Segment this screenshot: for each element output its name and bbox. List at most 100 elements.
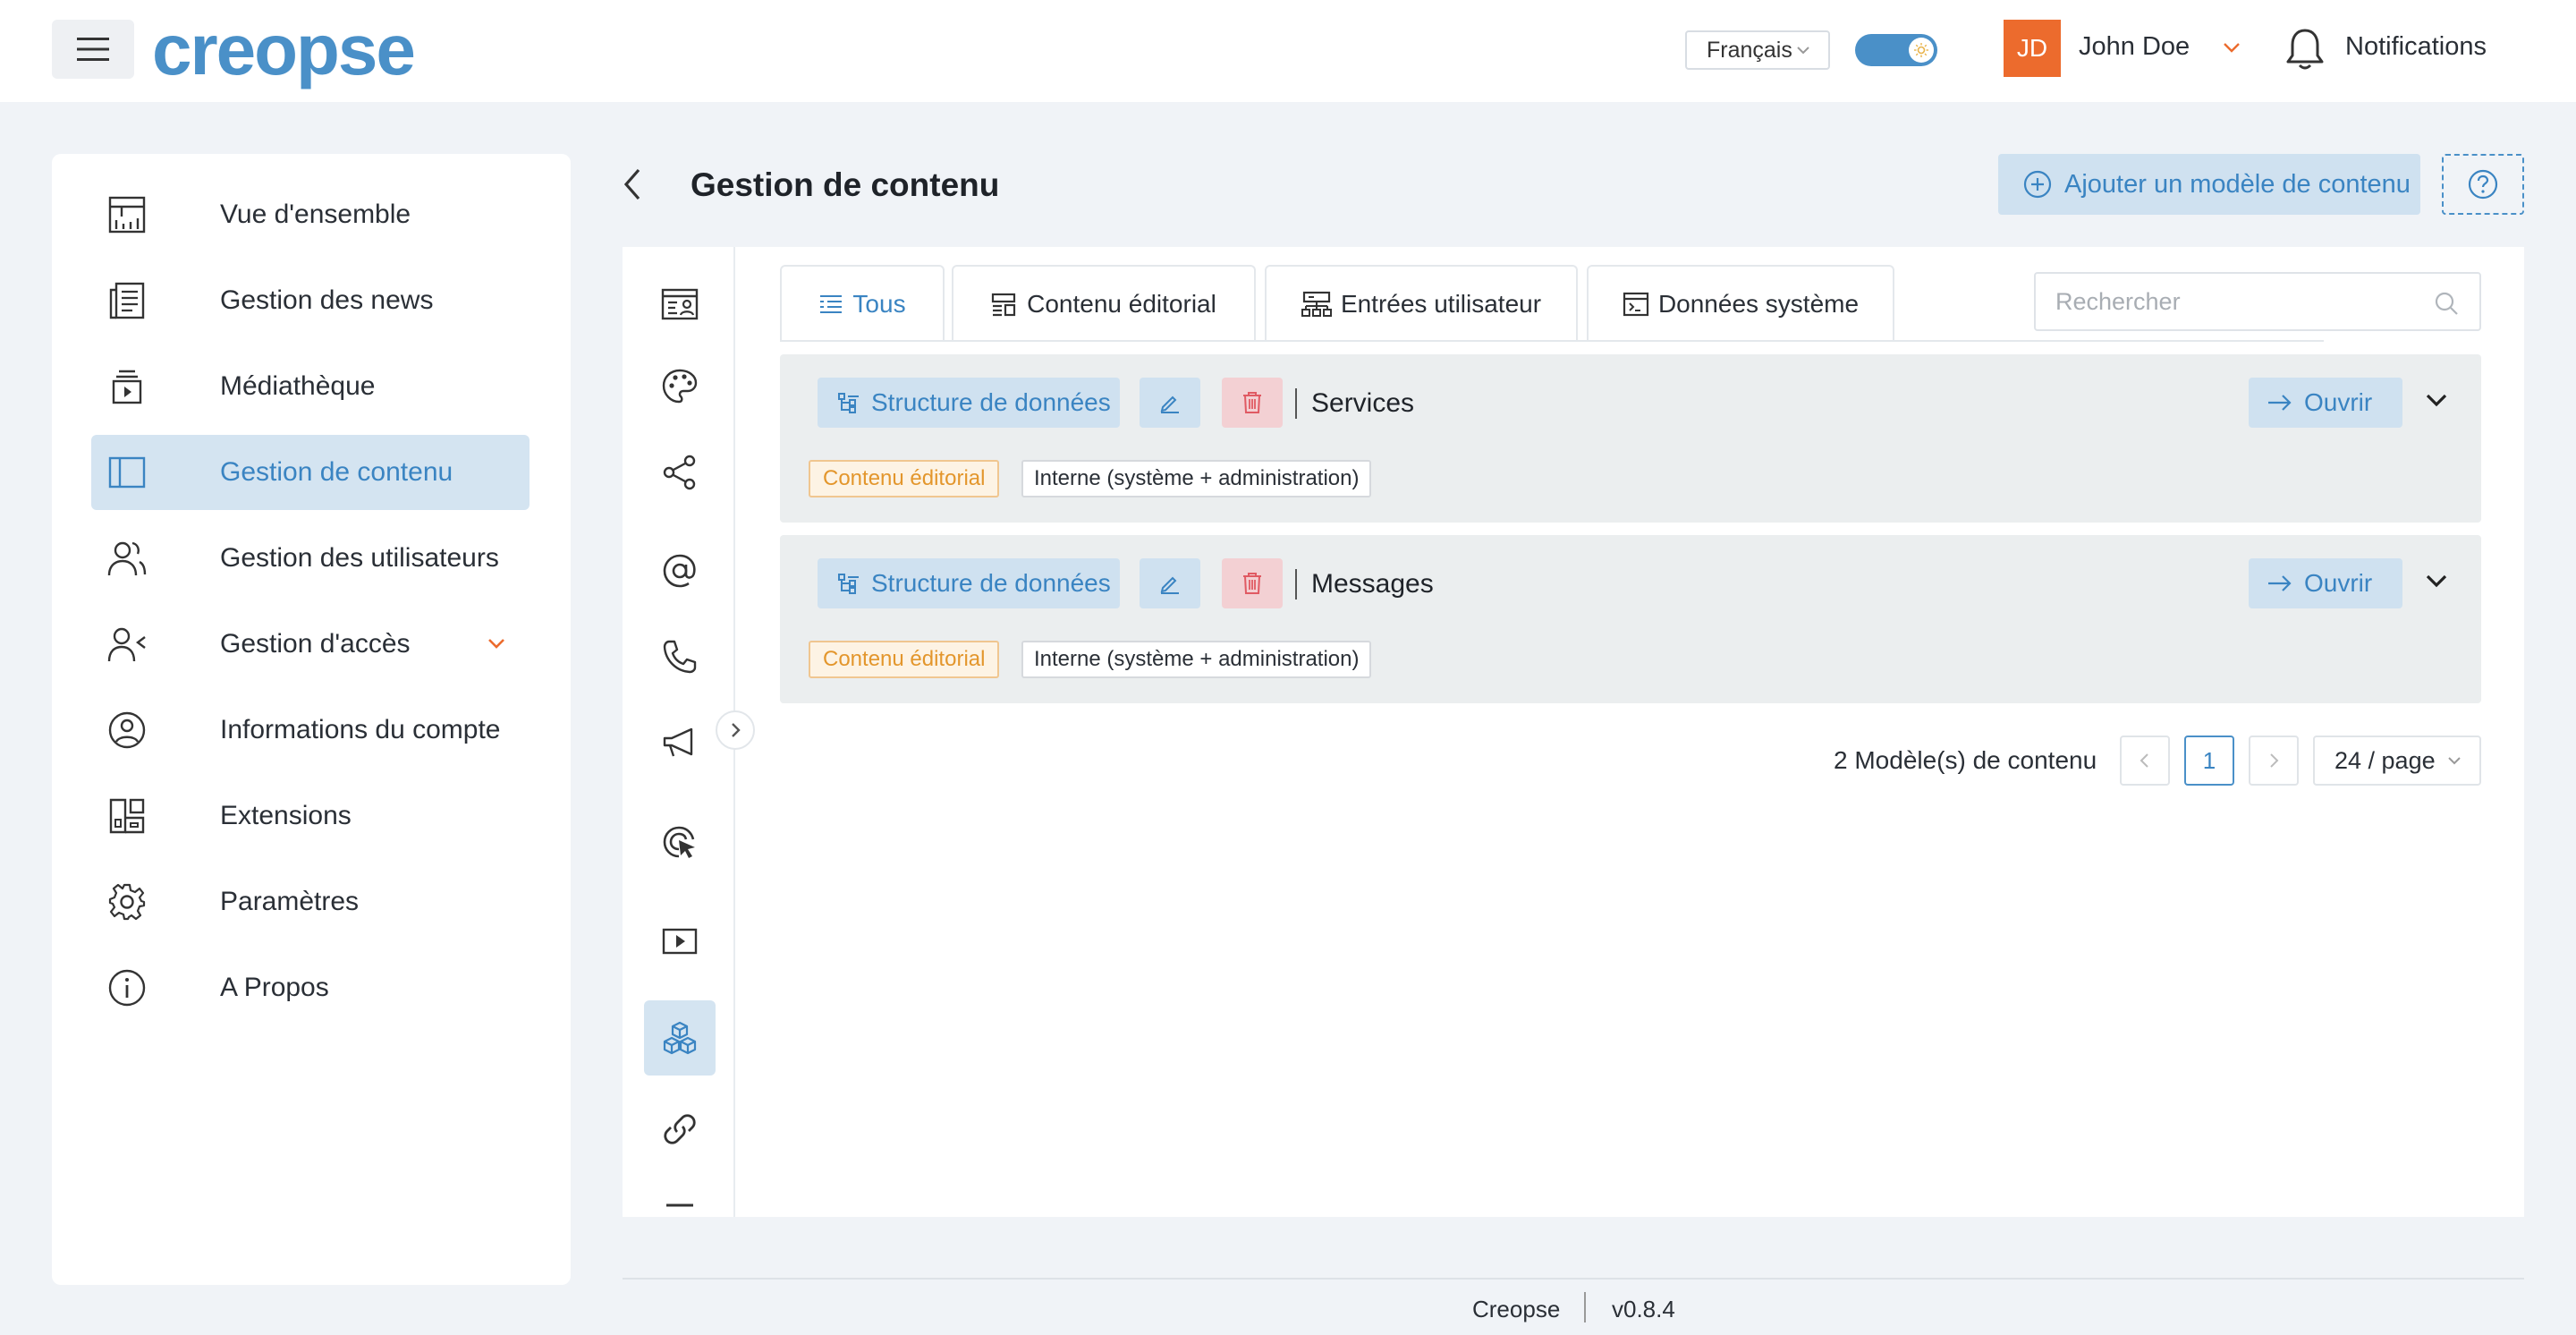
chevron-down-icon[interactable] — [2424, 573, 2449, 591]
total-count-label: 2 Modèle(s) de contenu — [1834, 746, 2097, 774]
sidebar-item-account[interactable]: Informations du compte — [91, 693, 530, 768]
page-title: Gestion de contenu — [691, 166, 1000, 203]
rail-item-share[interactable] — [644, 435, 716, 510]
category-tag: Contenu éditorial — [809, 460, 1000, 497]
data-structure-button[interactable]: Structure de données — [818, 558, 1120, 608]
target-cursor-icon — [663, 826, 695, 858]
search-box[interactable] — [2034, 272, 2481, 331]
rail-item-email[interactable] — [644, 533, 716, 608]
rail-item-links[interactable] — [644, 1092, 716, 1167]
page-size-value: 24 / page — [2334, 746, 2436, 774]
chevron-down-icon[interactable] — [2424, 392, 2449, 410]
edit-button[interactable] — [1140, 558, 1200, 608]
plus-circle-icon — [2023, 170, 2052, 199]
sidebar-item-label: Paramètres — [220, 887, 360, 916]
sidebar-item-label: Informations du compte — [220, 715, 501, 744]
theme-toggle[interactable] — [1855, 34, 1937, 66]
arrow-right-icon — [2268, 575, 2292, 591]
rail-item-announcement[interactable] — [644, 705, 716, 780]
content-model-card: Structure de données Messages Ouvrir Con… — [780, 535, 2481, 703]
rail-item-theme[interactable] — [644, 349, 716, 424]
chevron-down-icon — [488, 639, 504, 649]
rail-item-content-models[interactable] — [644, 1000, 716, 1076]
sidebar-item-users[interactable]: Gestion des utilisateurs — [91, 521, 530, 596]
rail-partial-icon — [666, 1203, 693, 1207]
tab-user-entries[interactable]: Entrées utilisateur — [1265, 265, 1578, 342]
rail-item-target[interactable] — [644, 805, 716, 880]
gear-icon — [108, 883, 146, 921]
sidebar-item-overview[interactable]: Vue d'ensemble — [91, 177, 530, 252]
language-select[interactable]: Français — [1685, 30, 1830, 70]
data-structure-button[interactable]: Structure de données — [818, 378, 1120, 428]
sidebar-item-extensions[interactable]: Extensions — [91, 778, 530, 854]
arrow-right-icon — [2268, 395, 2292, 411]
separator — [1295, 569, 1297, 599]
bell-icon[interactable] — [2283, 25, 2327, 73]
next-page-button[interactable] — [2249, 736, 2299, 786]
content-panel: Tous Contenu éditorial Entrées utilisate… — [623, 247, 2524, 1217]
add-content-model-label: Ajouter un modèle de contenu — [2064, 169, 2411, 199]
separator — [1295, 388, 1297, 419]
rail-item-phone[interactable] — [644, 619, 716, 694]
delete-button[interactable] — [1222, 558, 1283, 608]
link-icon — [664, 1114, 696, 1144]
open-button[interactable]: Ouvrir — [2249, 558, 2402, 608]
sidebar-item-content[interactable]: Gestion de contenu — [91, 435, 530, 510]
chevron-down-icon — [1797, 47, 1809, 55]
tab-all[interactable]: Tous — [780, 265, 945, 342]
page-size-select[interactable]: 24 / page — [2313, 736, 2481, 786]
model-name: Services — [1311, 388, 1415, 418]
sidebar-item-media[interactable]: Médiathèque — [91, 349, 530, 424]
sidebar-item-label: Gestion des news — [220, 285, 434, 315]
info-icon — [108, 969, 146, 1007]
search-input[interactable] — [2036, 274, 2479, 329]
users-icon — [107, 541, 147, 576]
rail-item-video[interactable] — [644, 904, 716, 979]
sidebar-item-access[interactable]: Gestion d'accès — [91, 607, 530, 682]
edit-button[interactable] — [1140, 378, 1200, 428]
phone-icon — [663, 640, 697, 674]
rail-item-more[interactable] — [644, 1183, 716, 1217]
account-circle-icon — [108, 711, 146, 749]
open-button[interactable]: Ouvrir — [2249, 378, 2402, 428]
page-number-button[interactable]: 1 — [2184, 736, 2234, 786]
app-logo[interactable]: creopse — [152, 14, 416, 86]
tab-label: Données système — [1657, 290, 1860, 318]
open-label: Ouvrir — [2304, 569, 2373, 597]
rail-expand-button[interactable] — [716, 710, 755, 750]
avatar[interactable]: JD — [2004, 20, 2061, 77]
help-button[interactable] — [2442, 154, 2524, 215]
sidebar-item-news[interactable]: Gestion des news — [91, 263, 530, 338]
tabs-divider — [780, 340, 2324, 342]
add-content-model-button[interactable]: Ajouter un modèle de contenu — [1998, 154, 2420, 215]
user-name[interactable]: John Doe — [2079, 32, 2190, 62]
sidebar-item-label: Gestion des utilisateurs — [220, 543, 499, 573]
tab-system-data[interactable]: Données système — [1587, 265, 1894, 342]
menu-toggle-button[interactable] — [52, 20, 134, 79]
editorial-icon — [992, 293, 1016, 317]
sidebar-item-settings[interactable]: Paramètres — [91, 864, 530, 940]
palette-icon — [662, 369, 698, 404]
content-model-card: Structure de données Services Ouvrir Con… — [780, 354, 2481, 523]
trash-icon — [1243, 392, 1261, 413]
prev-page-button[interactable] — [2120, 736, 2170, 786]
content-layout-icon — [108, 456, 146, 489]
question-circle-icon — [2468, 169, 2498, 200]
rail-item-contact-card[interactable] — [644, 267, 716, 342]
language-value: Français — [1707, 37, 1792, 63]
data-structure-icon — [838, 393, 859, 413]
sidebar-item-about[interactable]: A Propos — [91, 950, 530, 1025]
chevron-right-icon — [2270, 753, 2279, 768]
pencil-icon — [1160, 395, 1179, 413]
sidebar-item-label: Vue d'ensemble — [220, 200, 411, 229]
chevron-down-icon[interactable] — [2222, 41, 2241, 55]
delete-button[interactable] — [1222, 378, 1283, 428]
hamburger-icon — [77, 38, 109, 61]
sidebar: Vue d'ensemble Gestion des news Médiathè… — [52, 154, 571, 1285]
tab-editorial-content[interactable]: Contenu éditorial — [952, 265, 1256, 342]
pencil-icon — [1160, 576, 1179, 594]
notifications-label[interactable]: Notifications — [2345, 32, 2487, 62]
list-icon — [820, 295, 843, 313]
scope-tag: Interne (système + administration) — [1021, 460, 1372, 497]
back-arrow-icon[interactable] — [617, 166, 649, 202]
